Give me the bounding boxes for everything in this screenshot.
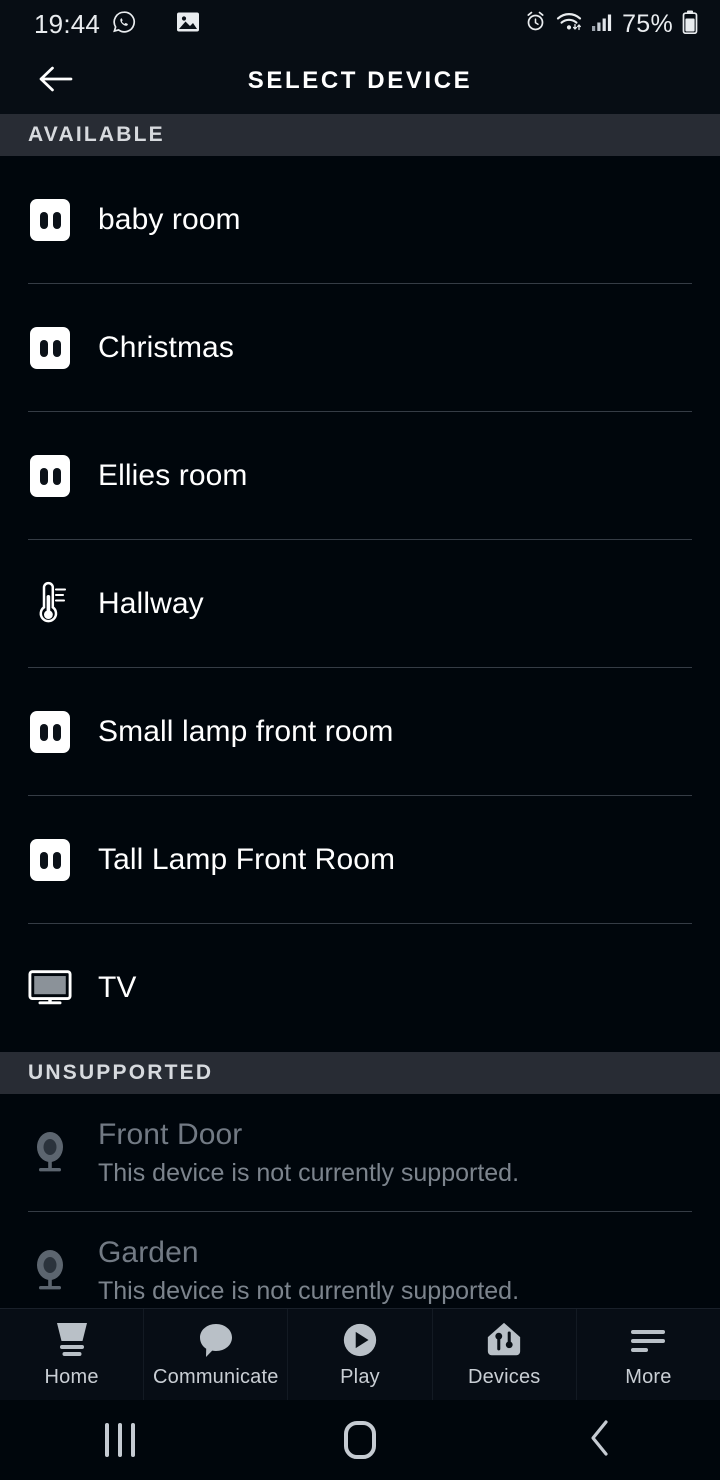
list-item[interactable]: baby room [0, 156, 720, 284]
play-circle-icon [340, 1321, 380, 1359]
list-item[interactable]: Front Door This device is not currently … [0, 1094, 720, 1212]
plug-icon [28, 454, 72, 498]
status-bar-clock: 19:44 [34, 8, 101, 39]
back-button-system[interactable] [480, 1418, 720, 1463]
speech-bubble-icon [196, 1321, 236, 1359]
home-icon [51, 1321, 93, 1359]
android-system-nav [0, 1400, 720, 1480]
back-button[interactable] [30, 55, 82, 107]
section-header-unsupported: UNSUPPORTED [0, 1052, 720, 1094]
list-item-text: Front Door This device is not currently … [98, 1118, 519, 1187]
photo-icon [176, 11, 200, 38]
nav-label: Play [340, 1365, 380, 1388]
device-name: Front Door [98, 1118, 243, 1152]
plug-icon [28, 198, 72, 242]
recents-icon [105, 1423, 135, 1457]
bottom-navigation: Home Communicate Play Devices More [0, 1308, 720, 1400]
status-bar-left: 19:44 [34, 9, 200, 40]
nav-label: Devices [467, 1365, 541, 1388]
nav-item-devices[interactable]: Devices [433, 1309, 577, 1400]
device-status-text: This device is not currently supported. [98, 1276, 520, 1305]
list-item[interactable]: TV [0, 924, 720, 1052]
nav-label: More [625, 1365, 672, 1388]
list-item[interactable]: Small lamp front room [0, 668, 720, 796]
list-item[interactable]: Hallway [0, 540, 720, 668]
nav-item-communicate[interactable]: Communicate [144, 1309, 289, 1400]
device-name: Tall Lamp Front Room [98, 842, 396, 876]
signal-icon [591, 11, 613, 38]
list-item[interactable]: Tall Lamp Front Room [0, 796, 720, 924]
camera-icon [28, 1131, 72, 1175]
nav-label: Home [44, 1365, 99, 1388]
device-name: TV [98, 970, 137, 1004]
device-status-text: This device is not currently supported. [98, 1158, 520, 1187]
device-name: baby room [98, 202, 241, 236]
status-bar-right: 75% [524, 10, 698, 39]
list-item-text: Christmas [98, 331, 234, 366]
hamburger-menu-icon [627, 1321, 669, 1359]
list-item-text: Hallway [98, 587, 204, 622]
home-pill-icon [344, 1421, 376, 1459]
device-list[interactable]: AVAILABLE baby room Christmas Ellies roo… [0, 114, 720, 1308]
app-header: SELECT DEVICE [0, 48, 720, 114]
status-bar: 19:44 75% [0, 0, 720, 48]
battery-icon [682, 10, 698, 39]
battery-percent-label: 75% [622, 9, 673, 38]
nav-label: Communicate [153, 1365, 279, 1388]
home-button[interactable] [240, 1421, 480, 1459]
nav-item-play[interactable]: Play [288, 1309, 433, 1400]
whatsapp-icon [112, 10, 136, 39]
back-chevron-icon [587, 1418, 613, 1463]
device-name: Hallway [98, 586, 204, 620]
device-name: Christmas [98, 330, 234, 364]
list-item-text: Garden This device is not currently supp… [98, 1236, 519, 1305]
tv-icon [28, 966, 72, 1010]
thermometer-icon [28, 581, 72, 626]
plug-icon [28, 838, 72, 882]
list-item-text: TV [98, 971, 137, 1006]
device-name: Ellies room [98, 458, 248, 492]
phone-screen: 19:44 75% SELECT DEVICE AVAILABLE baby r… [0, 0, 720, 1480]
page-title: SELECT DEVICE [247, 67, 473, 94]
plug-icon [28, 710, 72, 754]
nav-item-more[interactable]: More [577, 1309, 720, 1400]
device-name: Garden [98, 1236, 199, 1270]
device-name: Small lamp front room [98, 714, 394, 748]
back-arrow-icon [37, 64, 75, 99]
camera-icon [28, 1249, 72, 1293]
list-item-text: Small lamp front room [98, 715, 394, 750]
list-item-text: Ellies room [98, 459, 247, 494]
devices-house-icon [484, 1321, 524, 1359]
alarm-icon [524, 10, 547, 38]
nav-item-home[interactable]: Home [0, 1309, 145, 1400]
list-item-text: baby room [98, 203, 241, 238]
section-header-available: AVAILABLE [0, 114, 720, 156]
list-item-text: Tall Lamp Front Room [98, 843, 395, 878]
list-item[interactable]: Christmas [0, 284, 720, 412]
plug-icon [28, 326, 72, 370]
wifi-icon [556, 10, 582, 38]
list-item[interactable]: Ellies room [0, 412, 720, 540]
recents-button[interactable] [0, 1423, 240, 1457]
list-item[interactable]: Garden This device is not currently supp… [0, 1212, 720, 1308]
